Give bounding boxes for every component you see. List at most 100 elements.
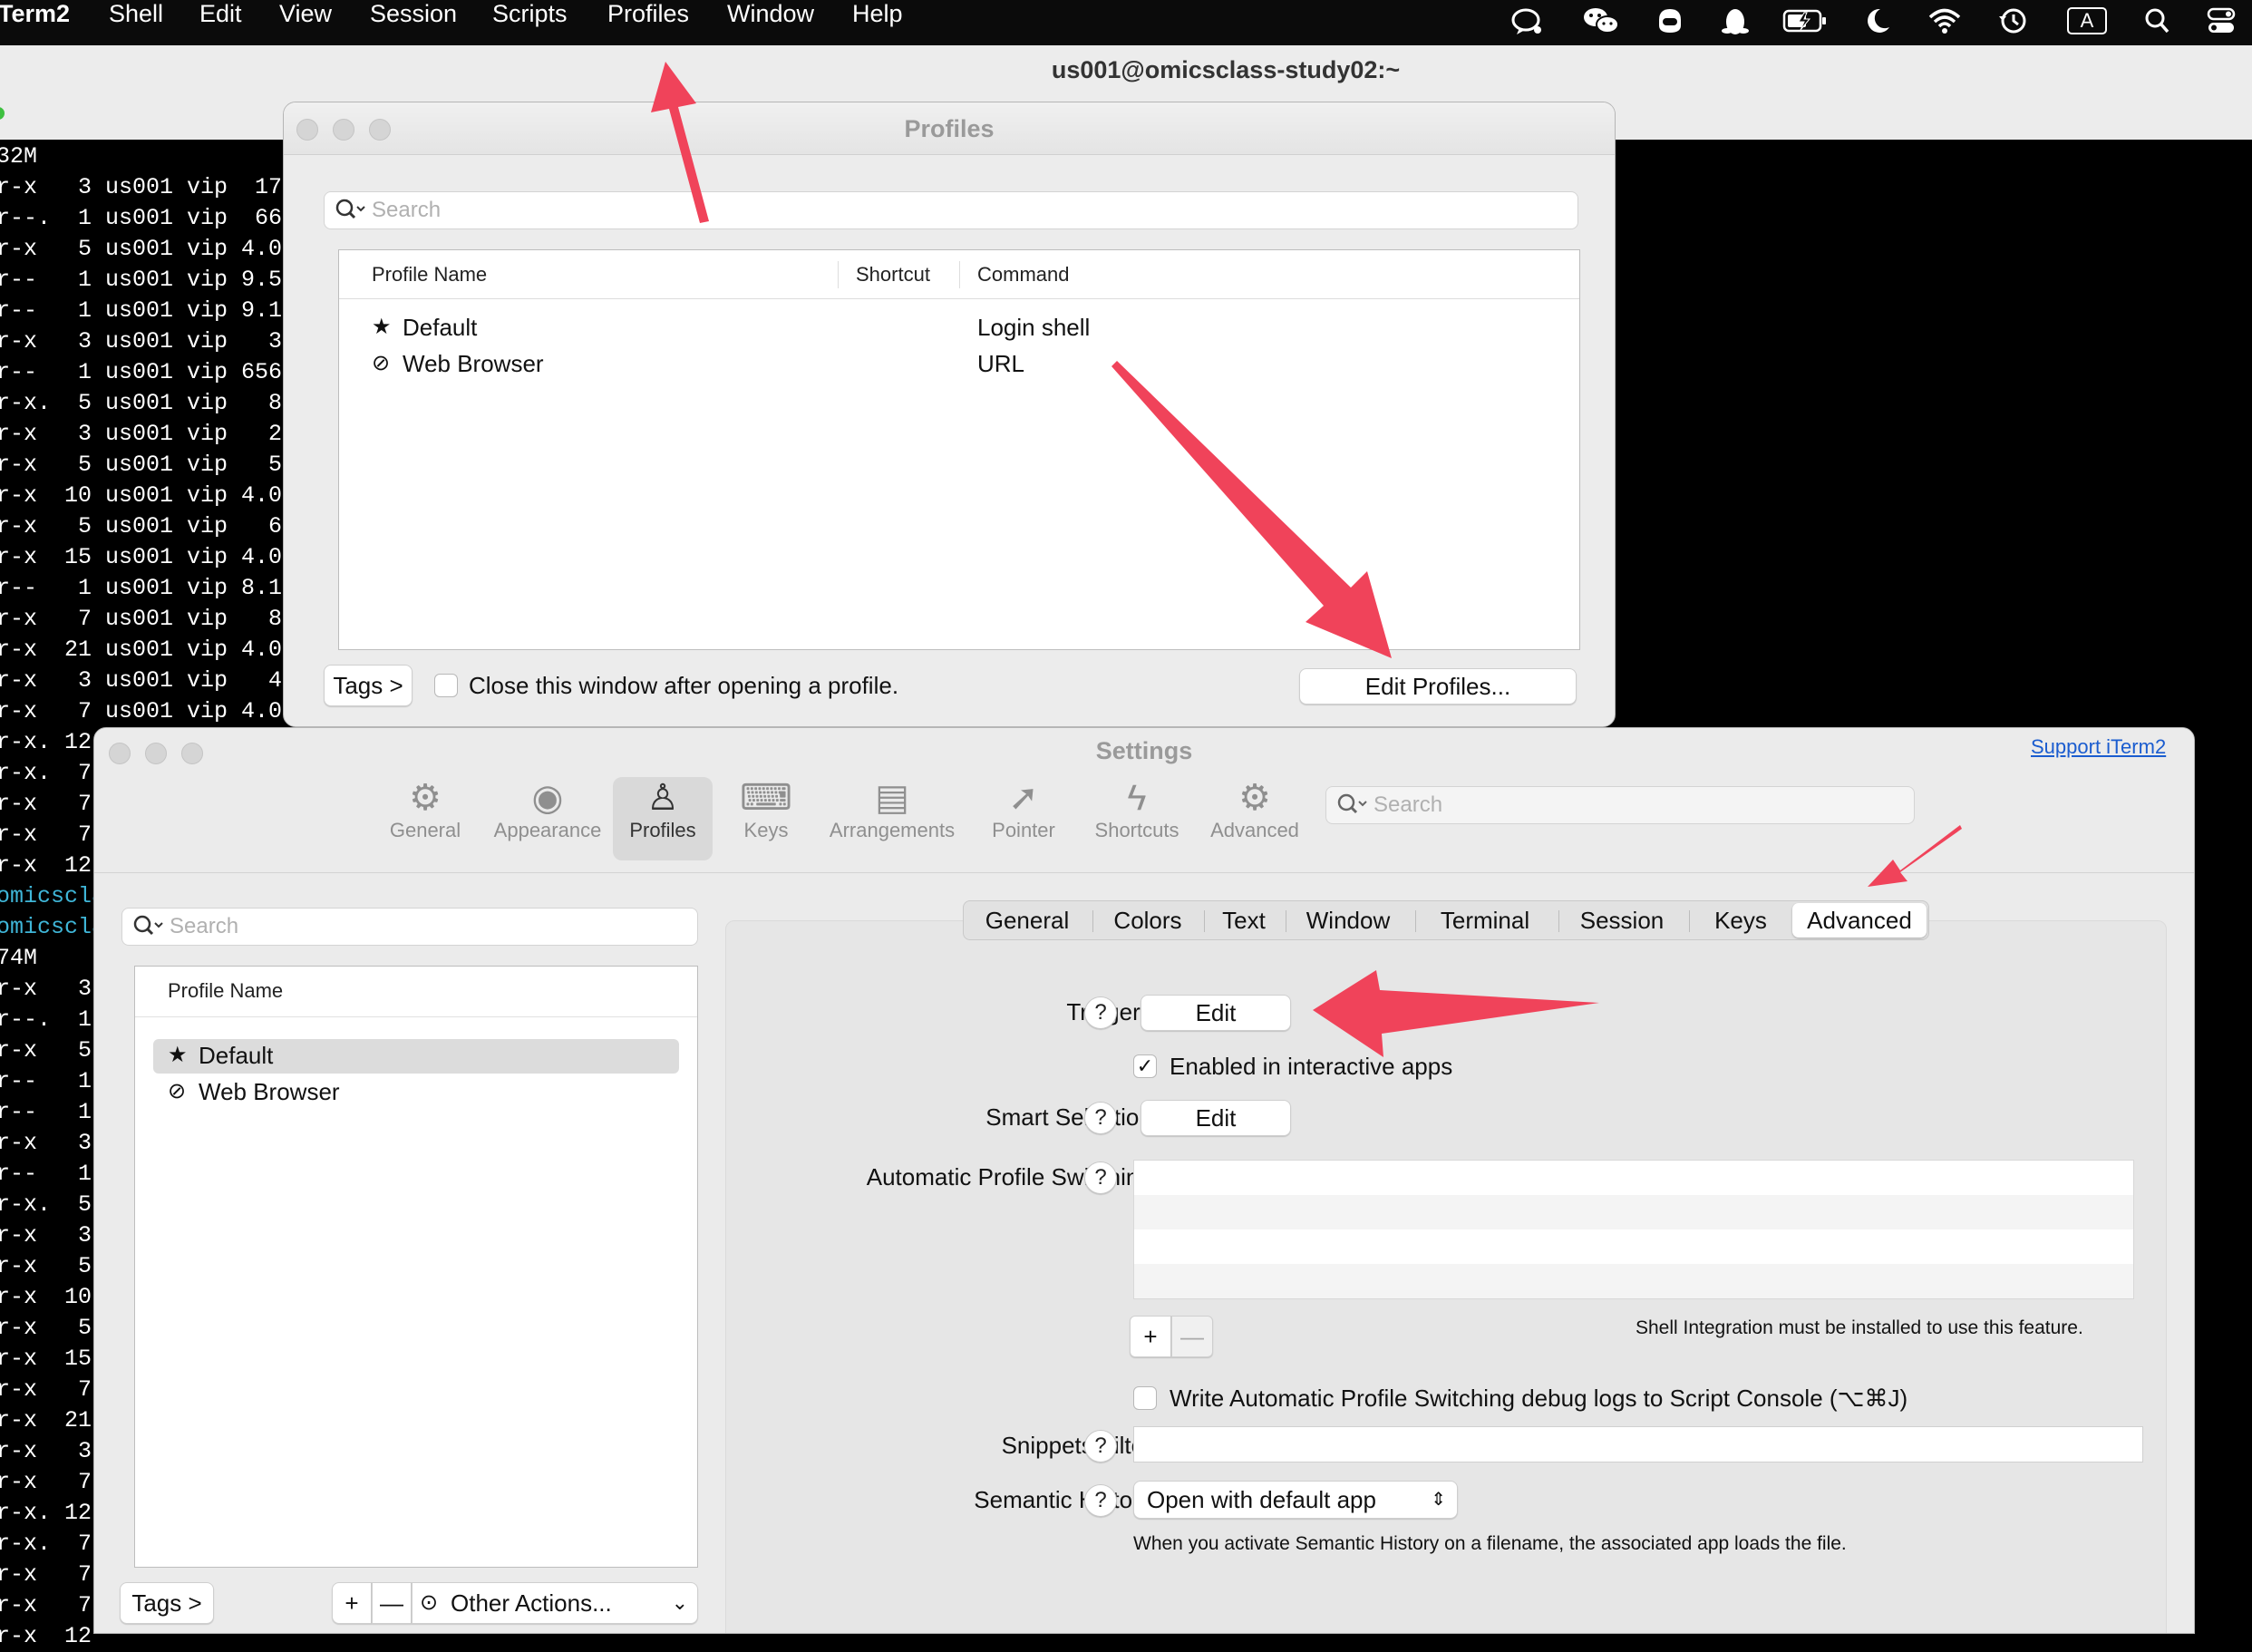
debug-logs-checkbox[interactable] [1133, 1386, 1157, 1410]
aps-help-button[interactable]: ? [1084, 1161, 1117, 1194]
table-row[interactable] [1134, 1264, 2133, 1298]
terminal-line: r-x. 7 [0, 760, 92, 786]
toolbar-label: Advanced [1210, 819, 1299, 841]
enabled-interactive-checkbox[interactable]: ✓ [1133, 1054, 1157, 1078]
terminal-line: 74M [0, 945, 38, 971]
column-command[interactable]: Command [977, 263, 1069, 287]
tab-divider [1689, 910, 1690, 932]
terminal-line: r-- 1 [0, 1068, 92, 1094]
wechat-icon[interactable] [1582, 5, 1619, 36]
search-icon[interactable] [2140, 5, 2176, 36]
tab-session[interactable]: Session [1564, 903, 1680, 938]
menu-edit[interactable]: Edit [199, 0, 242, 27]
tab-general[interactable]: General [969, 903, 1085, 938]
wifi-icon[interactable] [1927, 5, 1963, 36]
terminal-line: r-x 10 us001 vip 4.0K [0, 482, 296, 509]
smart-selection-edit-button[interactable]: Edit [1141, 1100, 1291, 1136]
toolbar-label: General [389, 819, 461, 841]
terminal-line: r-x. 5 us001 vip 84 [0, 390, 296, 416]
triggers-help-button[interactable]: ? [1084, 996, 1117, 1029]
list-item-web-browser[interactable]: ⊘ Web Browser [153, 1075, 679, 1110]
star-icon: ★ [168, 1043, 188, 1067]
column-profile-name[interactable]: Profile Name [372, 263, 487, 287]
menu-help[interactable]: Help [852, 0, 903, 27]
column-shortcut[interactable]: Shortcut [856, 263, 930, 287]
tab-window[interactable]: Window [1290, 903, 1406, 938]
aps-add-button[interactable]: + [1130, 1316, 1171, 1357]
menu-app-name[interactable]: Term2 [0, 0, 70, 27]
penguin-icon[interactable] [1717, 5, 1753, 36]
terminal-line: r-x 5 us001 vip 4.0K [0, 236, 296, 262]
semantic-help-button[interactable]: ? [1084, 1484, 1117, 1517]
toolbar-shortcuts[interactable]: ϟ Shortcuts [1082, 777, 1191, 860]
tab-advanced[interactable]: Advanced [1792, 903, 1927, 938]
profile-list[interactable]: Profile Name ★ Default ⊘ Web Browser [134, 966, 698, 1568]
toolbar-keys[interactable]: ⌨ Keys [725, 777, 807, 860]
tab-terminal[interactable]: Terminal [1421, 903, 1549, 938]
aps-rules-table[interactable] [1133, 1160, 2134, 1299]
menu-session[interactable]: Session [370, 0, 457, 27]
snippets-help-button[interactable]: ? [1084, 1430, 1117, 1463]
smart-selection-help-button[interactable]: ? [1084, 1102, 1117, 1134]
terminal-line: r-- 1 [0, 1161, 92, 1187]
ellipsis-circle-icon: ⊙ [420, 1590, 439, 1615]
search-icon [334, 196, 366, 229]
menu-window[interactable]: Window [727, 0, 814, 27]
toolbar-pointer[interactable]: ➚ Pointer [983, 777, 1064, 860]
semantic-history-select[interactable]: Open with default app ⇕ [1133, 1481, 1458, 1519]
face-icon[interactable] [1652, 5, 1688, 36]
close-after-open-checkbox[interactable] [434, 674, 458, 697]
table-header: Profile Name Shortcut Command [339, 250, 1579, 299]
toolbar-arrangements[interactable]: ▤ Arrangements [820, 777, 965, 860]
tab-keys[interactable]: Keys [1694, 903, 1787, 938]
time-machine-icon[interactable] [1995, 5, 2031, 36]
table-row[interactable]: ★ Default Login shell [339, 310, 1579, 346]
eye-icon: ◉ [531, 778, 564, 818]
tags-button[interactable]: Tags > [120, 1582, 214, 1624]
menu-view[interactable]: View [279, 0, 332, 27]
profile-list-search-input[interactable]: Search [121, 908, 698, 946]
profiles-title-bar[interactable]: Profiles [284, 102, 1615, 155]
terminal-line: r-x 7 [0, 1592, 92, 1618]
edit-profiles-button[interactable]: Edit Profiles... [1299, 668, 1577, 705]
control-center-icon[interactable] [2203, 5, 2239, 36]
battery-icon[interactable] [1782, 5, 1826, 36]
toolbar-advanced[interactable]: ⚙ Advanced [1200, 777, 1309, 860]
support-iterm2-link[interactable]: Support iTerm2 [2031, 735, 2166, 759]
input-source-icon[interactable]: A [2067, 7, 2107, 34]
terminal-line: r-- 1 us001 vip 8.1M [0, 575, 296, 601]
menu-shell[interactable]: Shell [109, 0, 163, 27]
remove-profile-button[interactable]: — [372, 1582, 412, 1624]
table-row[interactable] [1134, 1195, 2133, 1229]
settings-search-input[interactable]: Search [1325, 786, 1915, 824]
close-after-open-label: Close this window after opening a profil… [469, 672, 899, 699]
toolbar-label: Appearance [493, 819, 602, 841]
star-icon: ★ [372, 315, 392, 339]
menu-profiles[interactable]: Profiles [607, 0, 689, 27]
triggers-edit-button[interactable]: Edit [1141, 995, 1291, 1031]
tags-button[interactable]: Tags > [324, 665, 413, 706]
table-row[interactable]: ⊘ Web Browser URL [339, 346, 1579, 383]
profiles-table[interactable]: Profile Name Shortcut Command ★ Default … [338, 249, 1580, 650]
profile-name-cell: Default [403, 314, 478, 341]
tab-text[interactable]: Text [1209, 903, 1279, 938]
toolbar-appearance[interactable]: ◉ Appearance [484, 777, 611, 860]
profile-tabs: General Colors Text Window Terminal Sess… [963, 900, 1929, 940]
chat-bubble-icon[interactable] [1509, 5, 1545, 36]
snippets-filter-input[interactable] [1133, 1426, 2143, 1463]
terminal-line: r-x 3 us001 vip 49 [0, 667, 296, 694]
list-item-default[interactable]: ★ Default [153, 1039, 679, 1074]
add-profile-button[interactable]: + [332, 1582, 372, 1624]
other-actions-dropdown[interactable]: ⊙ Other Actions... ⌄ [412, 1582, 698, 1624]
menu-scripts[interactable]: Scripts [492, 0, 568, 27]
moon-icon[interactable] [1859, 5, 1895, 36]
zoom-button[interactable] [0, 107, 5, 120]
terminal-line: r-x 5 [0, 1037, 92, 1064]
toolbar-profiles[interactable]: ♙ Profiles [613, 777, 713, 860]
tab-colors[interactable]: Colors [1098, 903, 1198, 938]
toolbar-general[interactable]: ⚙ General [375, 777, 475, 860]
column-profile-name[interactable]: Profile Name [168, 979, 283, 1003]
debug-logs-label: Write Automatic Profile Switching debug … [1170, 1385, 1908, 1412]
profiles-search-input[interactable]: Search [324, 191, 1578, 229]
aps-remove-button[interactable]: — [1171, 1316, 1213, 1357]
